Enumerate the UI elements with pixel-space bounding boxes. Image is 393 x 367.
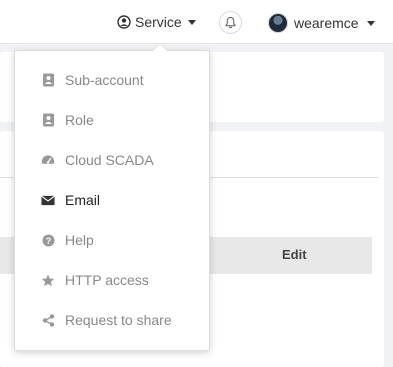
menu-item-http-access[interactable]: HTTP access	[15, 260, 209, 300]
service-dropdown-menu: Sub-account Role Cloud SCADA Email ? Hel…	[14, 43, 210, 351]
question-circle-icon: ?	[41, 233, 55, 247]
menu-item-request-to-share[interactable]: Request to share	[15, 300, 209, 340]
share-icon	[41, 313, 55, 327]
username-label: wearemce	[294, 15, 359, 31]
top-navigation-bar: Service wearemce	[0, 0, 393, 44]
menu-item-label: Request to share	[65, 312, 172, 328]
menu-item-role[interactable]: Role	[15, 100, 209, 140]
menu-item-label: Cloud SCADA	[65, 152, 154, 168]
menu-item-label: Email	[65, 192, 101, 208]
user-menu-toggle[interactable]: wearemce	[268, 11, 375, 35]
menu-item-help[interactable]: ? Help	[15, 220, 209, 260]
star-icon	[41, 273, 55, 287]
menu-item-label: Role	[65, 112, 94, 128]
menu-item-label: Help	[65, 232, 94, 248]
column-header-edit: Edit	[282, 247, 307, 262]
service-menu-toggle[interactable]: Service	[117, 12, 196, 32]
user-circle-icon	[117, 15, 131, 29]
notifications-button[interactable]	[219, 11, 242, 34]
contact-card-icon	[41, 73, 55, 87]
service-label: Service	[135, 14, 182, 30]
avatar	[268, 13, 288, 33]
chevron-down-icon	[366, 20, 375, 26]
menu-item-sub-account[interactable]: Sub-account	[15, 60, 209, 100]
dashboard-gauge-icon	[41, 153, 55, 167]
chevron-down-icon	[187, 19, 196, 25]
menu-item-email[interactable]: Email	[15, 180, 209, 220]
svg-text:?: ?	[45, 236, 51, 246]
bell-icon	[224, 16, 237, 29]
envelope-icon	[41, 193, 55, 207]
menu-item-label: HTTP access	[65, 272, 149, 288]
service-menu-list: Sub-account Role Cloud SCADA Email ? Hel…	[15, 60, 209, 340]
menu-item-label: Sub-account	[65, 72, 144, 88]
menu-item-cloud-scada[interactable]: Cloud SCADA	[15, 140, 209, 180]
contact-card-icon	[41, 113, 55, 127]
